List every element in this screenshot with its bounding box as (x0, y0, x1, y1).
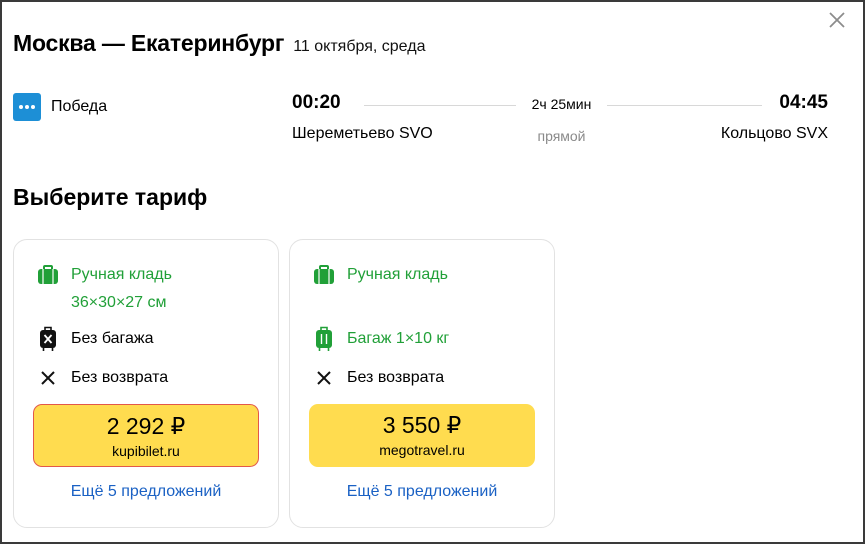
route-header: Москва — Екатеринбург 11 октября, среда (13, 30, 425, 57)
flight-date: 11 октября, среда (293, 38, 426, 55)
departure-time: 00:20 (292, 92, 341, 113)
route-title: Москва — Екатеринбург (13, 30, 285, 56)
baggage-feature: Багаж 1×10 кг (312, 326, 450, 351)
hand-luggage-label: Ручная кладь (347, 266, 448, 283)
suitcase-crossed-icon (36, 326, 60, 351)
refund-label: Без возврата (347, 369, 445, 386)
buy-button[interactable]: 3 550 ₽ megotravel.ru (309, 404, 535, 467)
vendor-name: kupibilet.ru (112, 443, 180, 459)
tariff-card: Ручная кладь Багаж 1×10 кг Без возврата … (289, 239, 555, 528)
arrival-airport: Кольцово SVX (720, 125, 828, 142)
cross-icon (312, 366, 336, 390)
refund-label: Без возврата (71, 369, 169, 386)
refund-feature: Без возврата (312, 366, 444, 390)
arrival-time: 04:45 (779, 92, 828, 113)
bag-icon (312, 263, 336, 287)
close-icon[interactable] (827, 10, 847, 30)
flight-duration: 2ч 25мин (531, 96, 592, 112)
hand-luggage-feature: Ручная кладь (312, 263, 448, 287)
vendor-name: megotravel.ru (379, 442, 465, 458)
hand-luggage-feature: Ручная кладь (36, 263, 172, 287)
departure-airport: Шереметьево SVO (292, 125, 433, 142)
route-line (607, 105, 762, 106)
bag-icon (36, 263, 60, 287)
baggage-feature: Без багажа (36, 326, 154, 351)
airline: Победа (13, 93, 107, 121)
hand-luggage-label: Ручная кладь (71, 266, 172, 283)
refund-feature: Без возврата (36, 366, 168, 390)
price: 2 292 ₽ (106, 413, 186, 439)
route-line (364, 105, 516, 106)
price: 3 550 ₽ (382, 412, 462, 438)
hand-luggage-size: 36×30×27 см (71, 294, 167, 311)
section-title: Выберите тариф (13, 184, 208, 210)
airline-name: Победа (51, 98, 108, 115)
flight-type: прямой (537, 128, 586, 144)
flight-details-modal: Москва — Екатеринбург 11 октября, среда … (0, 0, 865, 544)
baggage-label: Без багажа (71, 330, 154, 347)
suitcase-icon (312, 326, 336, 351)
baggage-label: Багаж 1×10 кг (347, 330, 450, 347)
more-offers-link[interactable]: Ещё 5 предложений (290, 483, 554, 501)
pobeda-logo (13, 93, 41, 121)
more-offers-link[interactable]: Ещё 5 предложений (14, 483, 278, 501)
buy-button[interactable]: 2 292 ₽ kupibilet.ru (33, 404, 259, 467)
cross-icon (36, 366, 60, 390)
tariff-card: Ручная кладь 36×30×27 см Без багажа Без … (13, 239, 279, 528)
